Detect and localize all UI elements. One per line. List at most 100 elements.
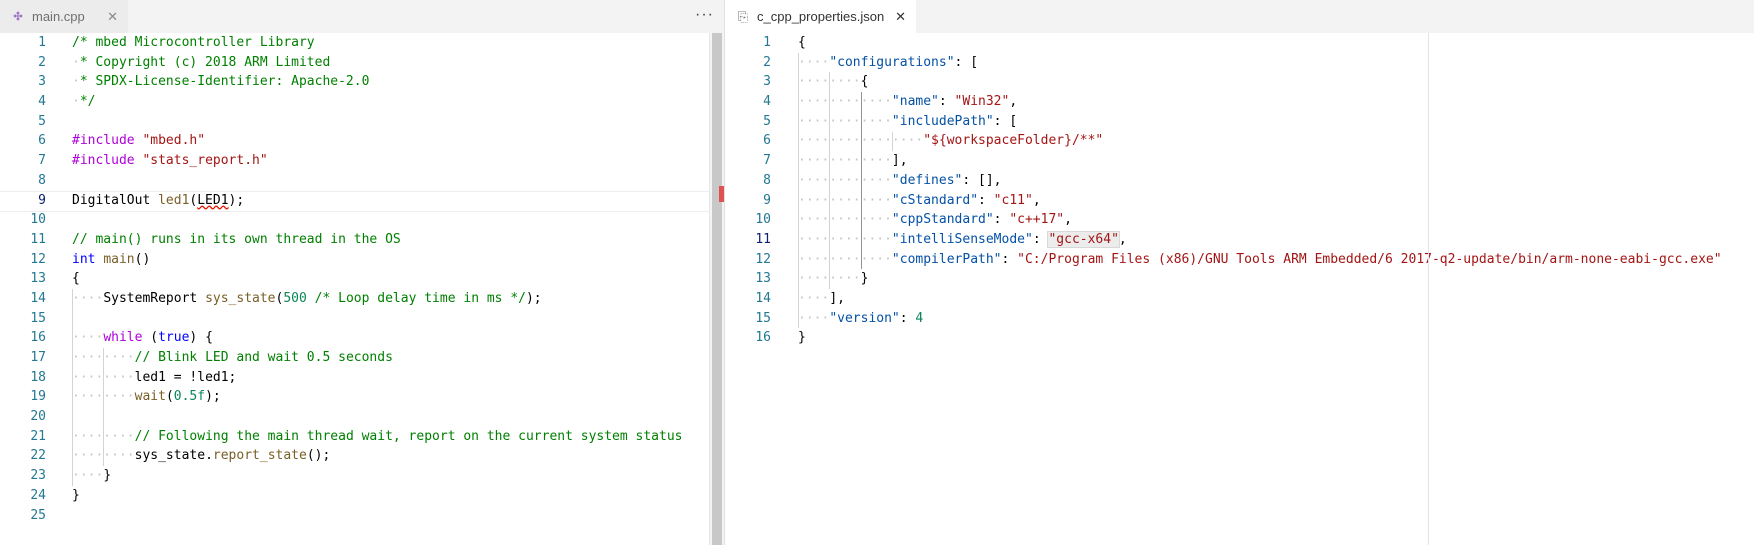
line-number: 5 (763, 113, 771, 129)
code-line[interactable] (72, 407, 724, 427)
code-line[interactable]: ········// Following the main thread wai… (72, 427, 724, 447)
line-number: 5 (38, 113, 46, 129)
code-line[interactable]: // main() runs in its own thread in the … (72, 230, 724, 250)
line-number: 11 (755, 231, 771, 247)
code-line[interactable]: ················"${workspaceFolder}/**" (798, 131, 1754, 151)
code-editor-left[interactable]: 1 2 3 4 5 6 7 8 9 10 11 12 13 14 15 16 17 18 19 20 21 22 23 24 2… (0, 33, 724, 545)
close-icon[interactable]: ✕ (895, 9, 906, 25)
code-line[interactable]: ············"intelliSenseMode": "gcc-x64… (798, 230, 1754, 250)
editor-ruler (1428, 33, 1429, 545)
code-line[interactable]: { (798, 33, 1754, 53)
line-number: 19 (30, 389, 46, 405)
line-number: 13 (30, 271, 46, 287)
line-number: 16 (30, 330, 46, 346)
code-line[interactable] (72, 210, 724, 230)
line-number-gutter: 1 2 3 4 5 6 7 8 9 10 11 12 13 14 15 16 17 18 19 20 21 22 23 24 2… (0, 33, 56, 525)
code-line[interactable]: } (798, 328, 1754, 348)
line-number: 21 (30, 428, 46, 444)
line-number: 8 (38, 172, 46, 188)
code-line[interactable]: ·*/ (72, 92, 724, 112)
code-line[interactable]: ············"cStandard": "c11", (798, 191, 1754, 211)
code-line[interactable]: int main() (72, 250, 724, 270)
line-number: 4 (763, 94, 771, 110)
line-number: 10 (30, 212, 46, 228)
code-lines[interactable]: /* mbed Microcontroller Library ·* Copyri… (0, 33, 724, 526)
code-line[interactable]: ····], (798, 289, 1754, 309)
line-number: 24 (30, 487, 46, 503)
line-number: 3 (38, 74, 46, 90)
code-line[interactable]: ············"includePath": [ (798, 112, 1754, 132)
scrollbar-thumb[interactable] (712, 33, 722, 545)
line-number: 4 (38, 94, 46, 110)
line-number: 25 (30, 507, 46, 523)
line-number: 15 (755, 310, 771, 326)
line-number: 8 (763, 172, 771, 188)
code-line[interactable] (72, 112, 724, 132)
code-line[interactable]: ········{ (798, 72, 1754, 92)
code-line[interactable] (72, 506, 724, 526)
code-editor-right[interactable]: 1 2 3 4 5 6 7 8 9 10 11 12 13 14 15 16 {····"configurat… (725, 33, 1754, 545)
tab-label: c_cpp_properties.json (757, 9, 885, 24)
line-number: 12 (755, 251, 771, 267)
line-number: 2 (38, 54, 46, 70)
line-number: 12 (30, 251, 46, 267)
code-line[interactable]: #include "mbed.h" (72, 131, 724, 151)
code-line[interactable]: #include "stats_report.h" (72, 151, 724, 171)
line-number: 1 (38, 35, 46, 50)
line-number-gutter: 1 2 3 4 5 6 7 8 9 10 11 12 13 14 15 16 (725, 33, 781, 348)
line-number: 10 (755, 212, 771, 228)
more-actions-icon[interactable]: ··· (695, 6, 714, 24)
line-number: 15 (30, 310, 46, 326)
line-number: 23 (30, 468, 46, 484)
code-line[interactable]: ············"cppStandard": "c++17", (798, 210, 1754, 230)
code-line[interactable]: DigitalOut led1(LED1); (0, 190, 724, 212)
code-line[interactable]: { (72, 269, 724, 289)
line-number: 6 (763, 133, 771, 149)
code-line[interactable]: ············"name": "Win32", (798, 92, 1754, 112)
tab-c-cpp-properties-json[interactable]: ⎘ c_cpp_properties.json ✕ (725, 0, 916, 33)
code-line[interactable]: ············"compilerPath": "C:/Program … (798, 250, 1754, 270)
code-line[interactable]: ············], (798, 151, 1754, 171)
line-number: 2 (763, 54, 771, 70)
code-lines[interactable]: {····"configurations": [········{·······… (798, 33, 1754, 348)
code-line[interactable]: ········led1 = !led1; (72, 368, 724, 388)
close-icon[interactable]: ✕ (107, 9, 118, 25)
code-line[interactable]: ············"defines": [], (798, 171, 1754, 191)
code-line[interactable]: } (72, 486, 724, 506)
line-number: 20 (30, 409, 46, 425)
line-number: 1 (763, 35, 771, 50)
json-file-icon: ⎘ (737, 8, 749, 24)
line-number: 16 (755, 330, 771, 346)
code-line[interactable]: ·* Copyright (c) 2018 ARM Limited (72, 53, 724, 73)
line-number: 14 (755, 290, 771, 306)
code-line[interactable]: /* mbed Microcontroller Library (72, 33, 724, 53)
code-line[interactable] (72, 309, 724, 329)
line-number: 7 (38, 153, 46, 169)
line-number: 9 (763, 192, 771, 208)
code-line[interactable]: ····} (72, 466, 724, 486)
editor-group-left: ✣ main.cpp ✕ ··· 1 2 3 4 5 6 7 8 9 10 11 12 13 14 15 16… (0, 0, 724, 545)
line-number: 18 (30, 369, 46, 385)
line-number: 17 (30, 350, 46, 365)
vertical-scrollbar-left[interactable] (709, 33, 724, 545)
line-number: 13 (755, 271, 771, 287)
tab-main-cpp[interactable]: ✣ main.cpp ✕ (0, 0, 128, 33)
tab-label: main.cpp (32, 9, 85, 24)
code-line[interactable]: ········// Blink LED and wait 0.5 second… (72, 348, 724, 368)
code-line[interactable]: ····"configurations": [ (798, 53, 1754, 73)
line-number: 6 (38, 133, 46, 149)
line-number: 7 (763, 153, 771, 169)
workbench: ✣ main.cpp ✕ ··· 1 2 3 4 5 6 7 8 9 10 11 12 13 14 15 16… (0, 0, 1754, 545)
code-line[interactable]: ········} (798, 269, 1754, 289)
code-line[interactable] (72, 171, 724, 191)
code-line[interactable]: ····SystemReport sys_state(500 /* Loop d… (72, 289, 724, 309)
cpp-file-icon: ✣ (13, 11, 23, 23)
editor-group-right: ⎘ c_cpp_properties.json ✕ 1 2 3 4 5 6 7 8 9 10 11 1… (725, 0, 1754, 545)
code-line[interactable]: ········wait(0.5f); (72, 387, 724, 407)
code-line[interactable]: ····"version": 4 (798, 309, 1754, 329)
tab-bar-left: ✣ main.cpp ✕ ··· (0, 0, 724, 33)
line-number: 22 (30, 448, 46, 464)
code-line[interactable]: ·* SPDX-License-Identifier: Apache-2.0 (72, 72, 724, 92)
code-line[interactable]: ····while (true) { (72, 328, 724, 348)
code-line[interactable]: ········sys_state.report_state(); (72, 446, 724, 466)
